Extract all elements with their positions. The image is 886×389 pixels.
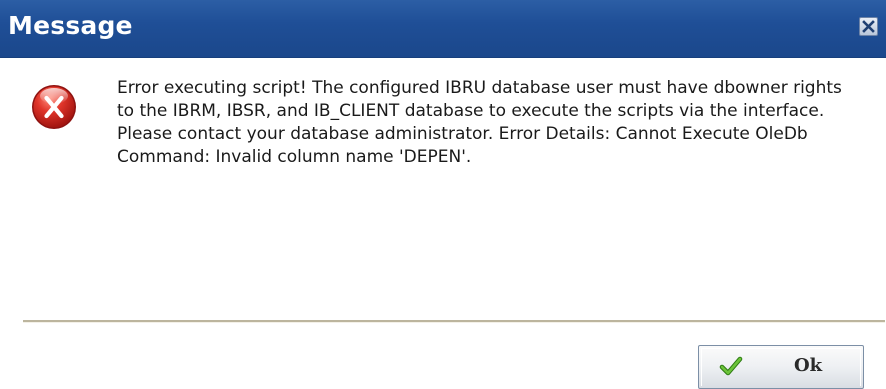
close-icon — [862, 20, 875, 33]
dialog-title: Message — [8, 11, 133, 40]
ok-button-label: Ok — [794, 355, 823, 376]
checkmark-icon — [719, 356, 743, 376]
message-dialog: Message Error executing script! The conf… — [0, 0, 886, 389]
ok-button[interactable]: Ok — [698, 345, 864, 389]
error-message-text: Error executing script! The configured I… — [117, 78, 842, 167]
divider — [23, 320, 885, 323]
close-button[interactable] — [859, 17, 878, 36]
error-x-icon — [32, 85, 76, 129]
dialog-titlebar[interactable]: Message — [0, 0, 886, 58]
